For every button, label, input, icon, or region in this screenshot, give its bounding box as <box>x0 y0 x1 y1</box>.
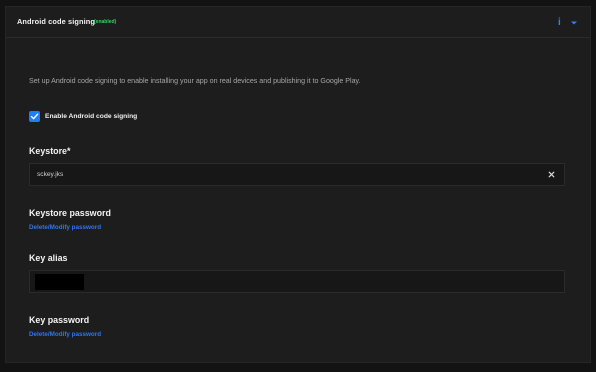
key-alias-value-masked <box>35 274 84 290</box>
enable-android-code-signing-checkbox[interactable] <box>29 111 40 122</box>
status-badge: (enabled) <box>94 19 117 25</box>
key-password-label: Key password <box>29 315 90 325</box>
keystore-filename: sckey.jks <box>37 171 64 178</box>
info-icon[interactable]: i <box>558 18 564 28</box>
key-alias-label: Key alias <box>29 253 68 263</box>
keystore-password-label: Keystore password <box>29 208 111 218</box>
key-alias-input[interactable] <box>29 270 565 293</box>
check-icon <box>30 113 39 120</box>
close-icon[interactable] <box>547 170 556 179</box>
panel-header[interactable]: Android code signing (enabled) i <box>6 7 590 38</box>
panel-title: Android code signing <box>17 17 95 26</box>
keystore-password-modify-link[interactable]: Delete/Modify password <box>29 224 101 231</box>
section-description: Set up Android code signing to enable in… <box>29 77 361 85</box>
key-password-modify-link[interactable]: Delete/Modify password <box>29 331 101 338</box>
keystore-label: Keystore* <box>29 146 71 156</box>
android-code-signing-panel: Android code signing (enabled) i Set up … <box>5 6 591 363</box>
keystore-field[interactable]: sckey.jks <box>29 163 565 186</box>
enable-android-code-signing-label[interactable]: Enable Android code signing <box>45 113 137 120</box>
chevron-down-icon[interactable] <box>570 19 578 27</box>
